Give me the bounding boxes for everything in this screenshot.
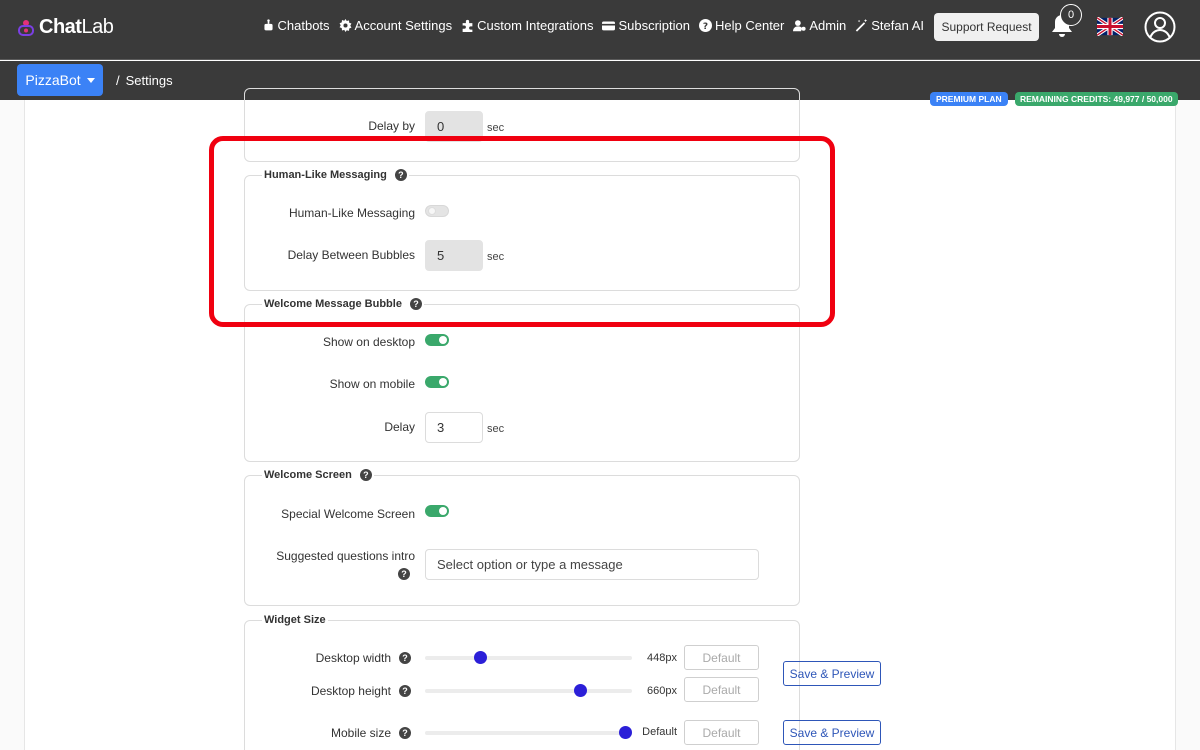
svg-text:?: ? [703,22,708,32]
notification-count-badge: 0 [1060,4,1082,26]
help-icon[interactable]: ? [359,469,372,481]
caret-down-icon [86,77,95,83]
nav-custom-integrations-label: Custom Integrations [477,18,594,33]
desktop-height-default-button[interactable]: Default [684,677,759,702]
question-circle-icon: ? [699,19,712,32]
highlight-annotation-box [209,136,835,327]
robot-icon [263,19,273,31]
gear-icon [339,19,351,32]
desktop-height-value: 660px [647,685,677,697]
nav-admin-label: Admin [809,18,847,33]
bot-selector-dropdown[interactable]: PizzaBot [17,64,103,96]
nav-help-center[interactable]: ? Help Center [699,18,784,33]
delay-by-label: Delay by [368,119,415,133]
show-on-mobile-toggle[interactable] [425,376,449,388]
nav-account-settings[interactable]: Account Settings [339,18,453,33]
desktop-width-default-button[interactable]: Default [684,645,759,670]
support-request-button[interactable]: Support Request [934,13,1039,41]
magic-wand-icon [856,19,868,32]
welcome-screen-group [244,475,800,606]
welcome-delay-label: Delay [384,420,415,434]
breadcrumb-separator: / [116,73,120,88]
mobile-size-label: Mobile size [330,726,391,740]
nav-subscription-label: Subscription [618,18,690,33]
nav-chatbots-label: Chatbots [277,18,330,33]
show-on-desktop-toggle[interactable] [425,334,449,346]
desktop-height-label-row: Desktop height ? [311,684,411,698]
show-on-desktop-label: Show on desktop [322,335,415,349]
suggested-questions-intro-label: Suggested questions intro [276,549,415,563]
nav-chatbots[interactable]: Chatbots [262,18,330,33]
top-navbar: Chat Lab Chatbots Account Settings Custom… [0,0,1200,60]
nav-account-settings-label: Account Settings [354,18,453,33]
breadcrumb-settings: Settings [125,73,173,88]
slider-thumb[interactable] [573,684,587,697]
welcome-message-bubble-group [244,304,800,462]
toggle-knob [439,507,447,515]
nav-stefan-ai[interactable]: Stefan AI [855,18,924,33]
special-welcome-screen-label: Special Welcome Screen [281,507,415,521]
mobile-size-label-row: Mobile size ? [331,726,411,740]
welcome-screen-title: Welcome Screen [264,469,352,481]
remaining-credits-badge: REMAINING CREDITS: 49,977 / 50,000 [1015,92,1178,106]
help-icon[interactable]: ? [398,568,410,580]
delay-by-unit: sec [487,122,505,134]
mobile-size-value: Default [642,726,677,738]
desktop-width-slider[interactable] [425,651,632,664]
desktop-height-slider[interactable] [425,684,632,697]
mobile-size-default-button[interactable]: Default [684,720,759,745]
main-nav: Chatbots Account Settings Custom Integra… [262,18,924,33]
welcome-screen-legend: Welcome Screen ? [262,469,374,481]
chatlab-logo-icon [18,19,34,36]
welcome-delay-unit: sec [487,423,505,435]
puzzle-icon [462,19,473,32]
save-preview-button-desktop[interactable]: Save & Preview [783,661,881,686]
save-preview-button-mobile[interactable]: Save & Preview [783,720,881,745]
special-welcome-screen-toggle[interactable] [425,505,449,517]
mobile-size-slider[interactable] [425,726,633,739]
chatlab-logo[interactable]: Chat Lab [16,16,114,39]
help-icon[interactable]: ? [399,685,411,697]
uk-flag-icon[interactable] [1097,17,1123,36]
show-on-mobile-label: Show on mobile [329,377,415,391]
bot-selector-label: PizzaBot [25,72,81,88]
user-cog-icon [793,20,806,32]
nav-admin[interactable]: Admin [793,18,846,33]
credit-card-icon [602,21,616,31]
user-avatar-icon[interactable] [1144,11,1176,43]
help-icon[interactable]: ? [399,652,411,664]
desktop-height-label: Desktop height [310,684,391,698]
widget-size-title: Widget Size [264,614,326,626]
welcome-delay-input[interactable]: 3 [425,412,483,443]
widget-size-legend: Widget Size [262,614,328,626]
premium-plan-badge: PREMIUM PLAN [930,92,1008,106]
nav-custom-integrations[interactable]: Custom Integrations [461,18,593,33]
desktop-width-label-row: Desktop width ? [316,651,411,665]
help-icon[interactable]: ? [399,727,411,739]
desktop-width-label: Desktop width [315,651,391,665]
nav-subscription[interactable]: Subscription [602,18,690,33]
logo-lab-text: Lab [81,16,114,38]
nav-help-center-label: Help Center [715,18,785,33]
toggle-knob [439,336,447,344]
nav-stefan-ai-label: Stefan AI [871,18,924,33]
suggested-questions-intro-select[interactable]: Select option or type a message [425,549,759,580]
logo-chat-text: Chat [39,16,82,38]
breadcrumb: / Settings [116,73,173,88]
toggle-knob [439,378,447,386]
desktop-width-value: 448px [647,652,677,664]
